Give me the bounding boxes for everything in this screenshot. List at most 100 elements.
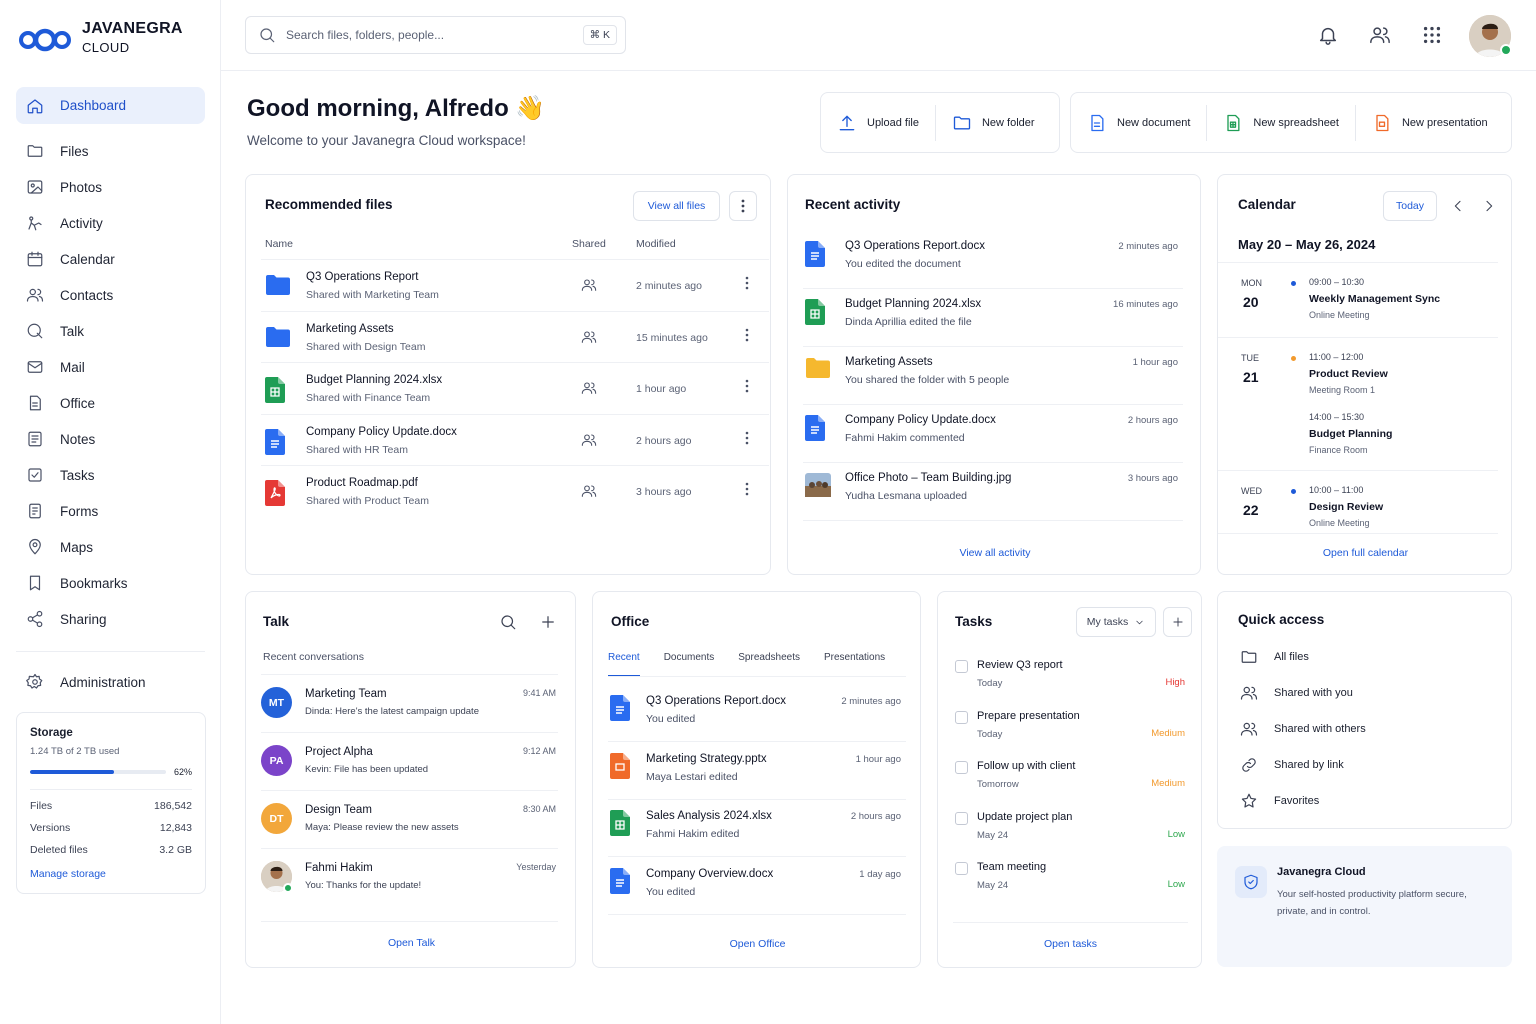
open-full-calendar-link[interactable]: Open full calendar xyxy=(1218,547,1513,559)
sidebar-item-maps[interactable]: Maps xyxy=(16,529,205,565)
activity-description: You edited the document xyxy=(845,258,961,270)
apps-button[interactable] xyxy=(1421,24,1443,46)
search-input[interactable] xyxy=(286,28,566,42)
task-name[interactable]: Review Q3 report xyxy=(977,659,1063,671)
search-box[interactable]: ⌘ K xyxy=(245,16,626,54)
task-name[interactable]: Follow up with client xyxy=(977,760,1075,772)
file-row[interactable]: Budget Planning 2024.xlsx Shared with Fi… xyxy=(261,362,769,413)
file-row[interactable]: Marketing Assets Shared with Design Team… xyxy=(261,310,769,362)
next-week-button[interactable] xyxy=(1481,198,1497,214)
task-filter-dropdown[interactable]: My tasks xyxy=(1076,607,1156,637)
today-button[interactable]: Today xyxy=(1383,191,1437,221)
file-options-button[interactable] xyxy=(745,328,749,342)
app-logo[interactable]: JAVANEGRA CLOUD xyxy=(18,20,183,55)
open-tasks-link[interactable]: Open tasks xyxy=(938,938,1203,950)
talk-search-button[interactable] xyxy=(499,613,517,631)
sidebar-item-activity[interactable]: Activity xyxy=(16,205,205,241)
task-checkbox[interactable] xyxy=(955,710,968,724)
previous-week-button[interactable] xyxy=(1450,198,1466,214)
shared-users-icon xyxy=(581,433,597,446)
sidebar-item-dashboard[interactable]: Dashboard xyxy=(16,87,205,124)
office-file-item[interactable]: Q3 Operations Report.docx You edited 2 m… xyxy=(608,685,906,742)
new-presentation-button[interactable]: New presentation xyxy=(1356,93,1504,152)
activity-item[interactable]: Company Policy Update.docx Fahmi Hakim c… xyxy=(803,405,1183,463)
conversation-item[interactable]: PA Project Alpha Kevin: File has been up… xyxy=(261,732,558,790)
manage-storage-link[interactable]: Manage storage xyxy=(30,868,192,880)
task-due-date: May 24 xyxy=(977,829,1009,841)
conversation-item[interactable]: DT Design Team Maya: Please review the n… xyxy=(261,790,558,848)
storage-title: Storage xyxy=(30,727,73,739)
file-options-button[interactable] xyxy=(745,276,749,290)
sidebar-item-office[interactable]: Office xyxy=(16,385,205,421)
file-row[interactable]: Q3 Operations Report Shared with Marketi… xyxy=(261,259,769,310)
file-options-button[interactable] xyxy=(745,431,749,445)
quick-access-favorites[interactable]: Favorites xyxy=(1240,792,1319,810)
activity-item[interactable]: Office Photo – Team Building.jpg Yudha L… xyxy=(803,463,1183,521)
tab-recent[interactable]: Recent xyxy=(608,652,640,677)
activity-item[interactable]: Marketing Assets You shared the folder w… xyxy=(803,347,1183,405)
office-file-item[interactable]: Marketing Strategy.pptx Maya Lestari edi… xyxy=(608,743,906,800)
new-folder-button[interactable]: New folder xyxy=(936,93,1051,152)
task-checkbox[interactable] xyxy=(955,862,968,875)
conversation-item[interactable]: Fahmi Hakim You: Thanks for the update! … xyxy=(261,848,558,906)
sidebar-item-administration[interactable]: Administration xyxy=(16,664,205,700)
office-file-item[interactable]: Sales Analysis 2024.xlsx Fahmi Hakim edi… xyxy=(608,800,906,857)
task-due-date: Tomorrow xyxy=(977,779,1019,790)
folder-icon xyxy=(953,116,971,129)
add-task-button[interactable] xyxy=(1163,607,1192,637)
column-header-modified[interactable]: Modified xyxy=(636,238,676,250)
task-checkbox[interactable] xyxy=(955,660,968,673)
contacts-button[interactable] xyxy=(1369,24,1391,46)
quick-access-shared-by-link[interactable]: Shared by link xyxy=(1240,756,1344,774)
file-name: Product Roadmap.pdf xyxy=(306,477,418,489)
file-row[interactable]: Company Policy Update.docx Shared with H… xyxy=(261,413,769,465)
sidebar-item-calendar[interactable]: Calendar xyxy=(16,241,205,277)
quick-access-shared-with-others[interactable]: Shared with others xyxy=(1240,720,1366,738)
column-header-name[interactable]: Name xyxy=(265,238,293,250)
sidebar-item-talk[interactable]: Talk xyxy=(16,313,205,349)
activity-item[interactable]: Q3 Operations Report.docx You edited the… xyxy=(803,231,1183,289)
recommended-files-card: Recommended files View all files Name Sh… xyxy=(245,174,771,575)
task-name[interactable]: Update project plan xyxy=(977,811,1072,823)
tab-spreadsheets[interactable]: Spreadsheets xyxy=(738,652,800,677)
sidebar-item-notes[interactable]: Notes xyxy=(16,421,205,457)
quick-access-all-files[interactable]: All files xyxy=(1240,648,1309,666)
open-talk-link[interactable]: Open Talk xyxy=(246,937,577,949)
sidebar-item-contacts[interactable]: Contacts xyxy=(16,277,205,313)
tab-presentations[interactable]: Presentations xyxy=(824,652,885,677)
file-row[interactable]: Product Roadmap.pdf Shared with Product … xyxy=(261,465,769,516)
sidebar-item-bookmarks[interactable]: Bookmarks xyxy=(16,565,205,601)
view-all-activity-link[interactable]: View all activity xyxy=(788,547,1202,559)
file-options-button[interactable] xyxy=(745,482,749,496)
more-options-button[interactable] xyxy=(729,191,757,221)
conversation-item[interactable]: MT Marketing Team Dinda: Here's the late… xyxy=(261,674,558,732)
sidebar-item-files[interactable]: Files xyxy=(16,133,205,169)
tab-documents[interactable]: Documents xyxy=(664,652,715,677)
sidebar-item-photos[interactable]: Photos xyxy=(16,169,205,205)
shield-check-icon xyxy=(1244,874,1258,890)
open-office-link[interactable]: Open Office xyxy=(593,938,922,950)
new-spreadsheet-button[interactable]: New spreadsheet xyxy=(1207,93,1355,152)
notifications-button[interactable] xyxy=(1317,24,1339,46)
upload-file-button[interactable]: Upload file xyxy=(821,93,935,152)
users-icon xyxy=(1240,686,1258,700)
document-icon xyxy=(805,415,825,441)
shared-users-icon xyxy=(581,279,597,291)
document-icon xyxy=(610,867,630,894)
view-all-files-button[interactable]: View all files xyxy=(633,191,720,221)
sidebar-item-mail[interactable]: Mail xyxy=(16,349,205,385)
office-file-item[interactable]: Company Overview.docx You edited 1 day a… xyxy=(608,858,906,915)
task-checkbox[interactable] xyxy=(955,811,968,825)
file-options-button[interactable] xyxy=(745,379,749,393)
quick-access-shared-with-you[interactable]: Shared with you xyxy=(1240,684,1353,702)
task-name[interactable]: Team meeting xyxy=(977,861,1046,873)
column-header-shared[interactable]: Shared xyxy=(572,238,606,250)
new-conversation-button[interactable] xyxy=(539,613,557,631)
sidebar-item-sharing[interactable]: Sharing xyxy=(16,601,205,637)
task-name[interactable]: Prepare presentation xyxy=(977,710,1080,722)
task-checkbox[interactable] xyxy=(955,761,968,774)
activity-item[interactable]: Budget Planning 2024.xlsx Dinda Aprillia… xyxy=(803,289,1183,347)
sidebar-item-forms[interactable]: Forms xyxy=(16,493,205,529)
sidebar-item-tasks[interactable]: Tasks xyxy=(16,457,205,493)
new-document-button[interactable]: New document xyxy=(1071,93,1206,152)
